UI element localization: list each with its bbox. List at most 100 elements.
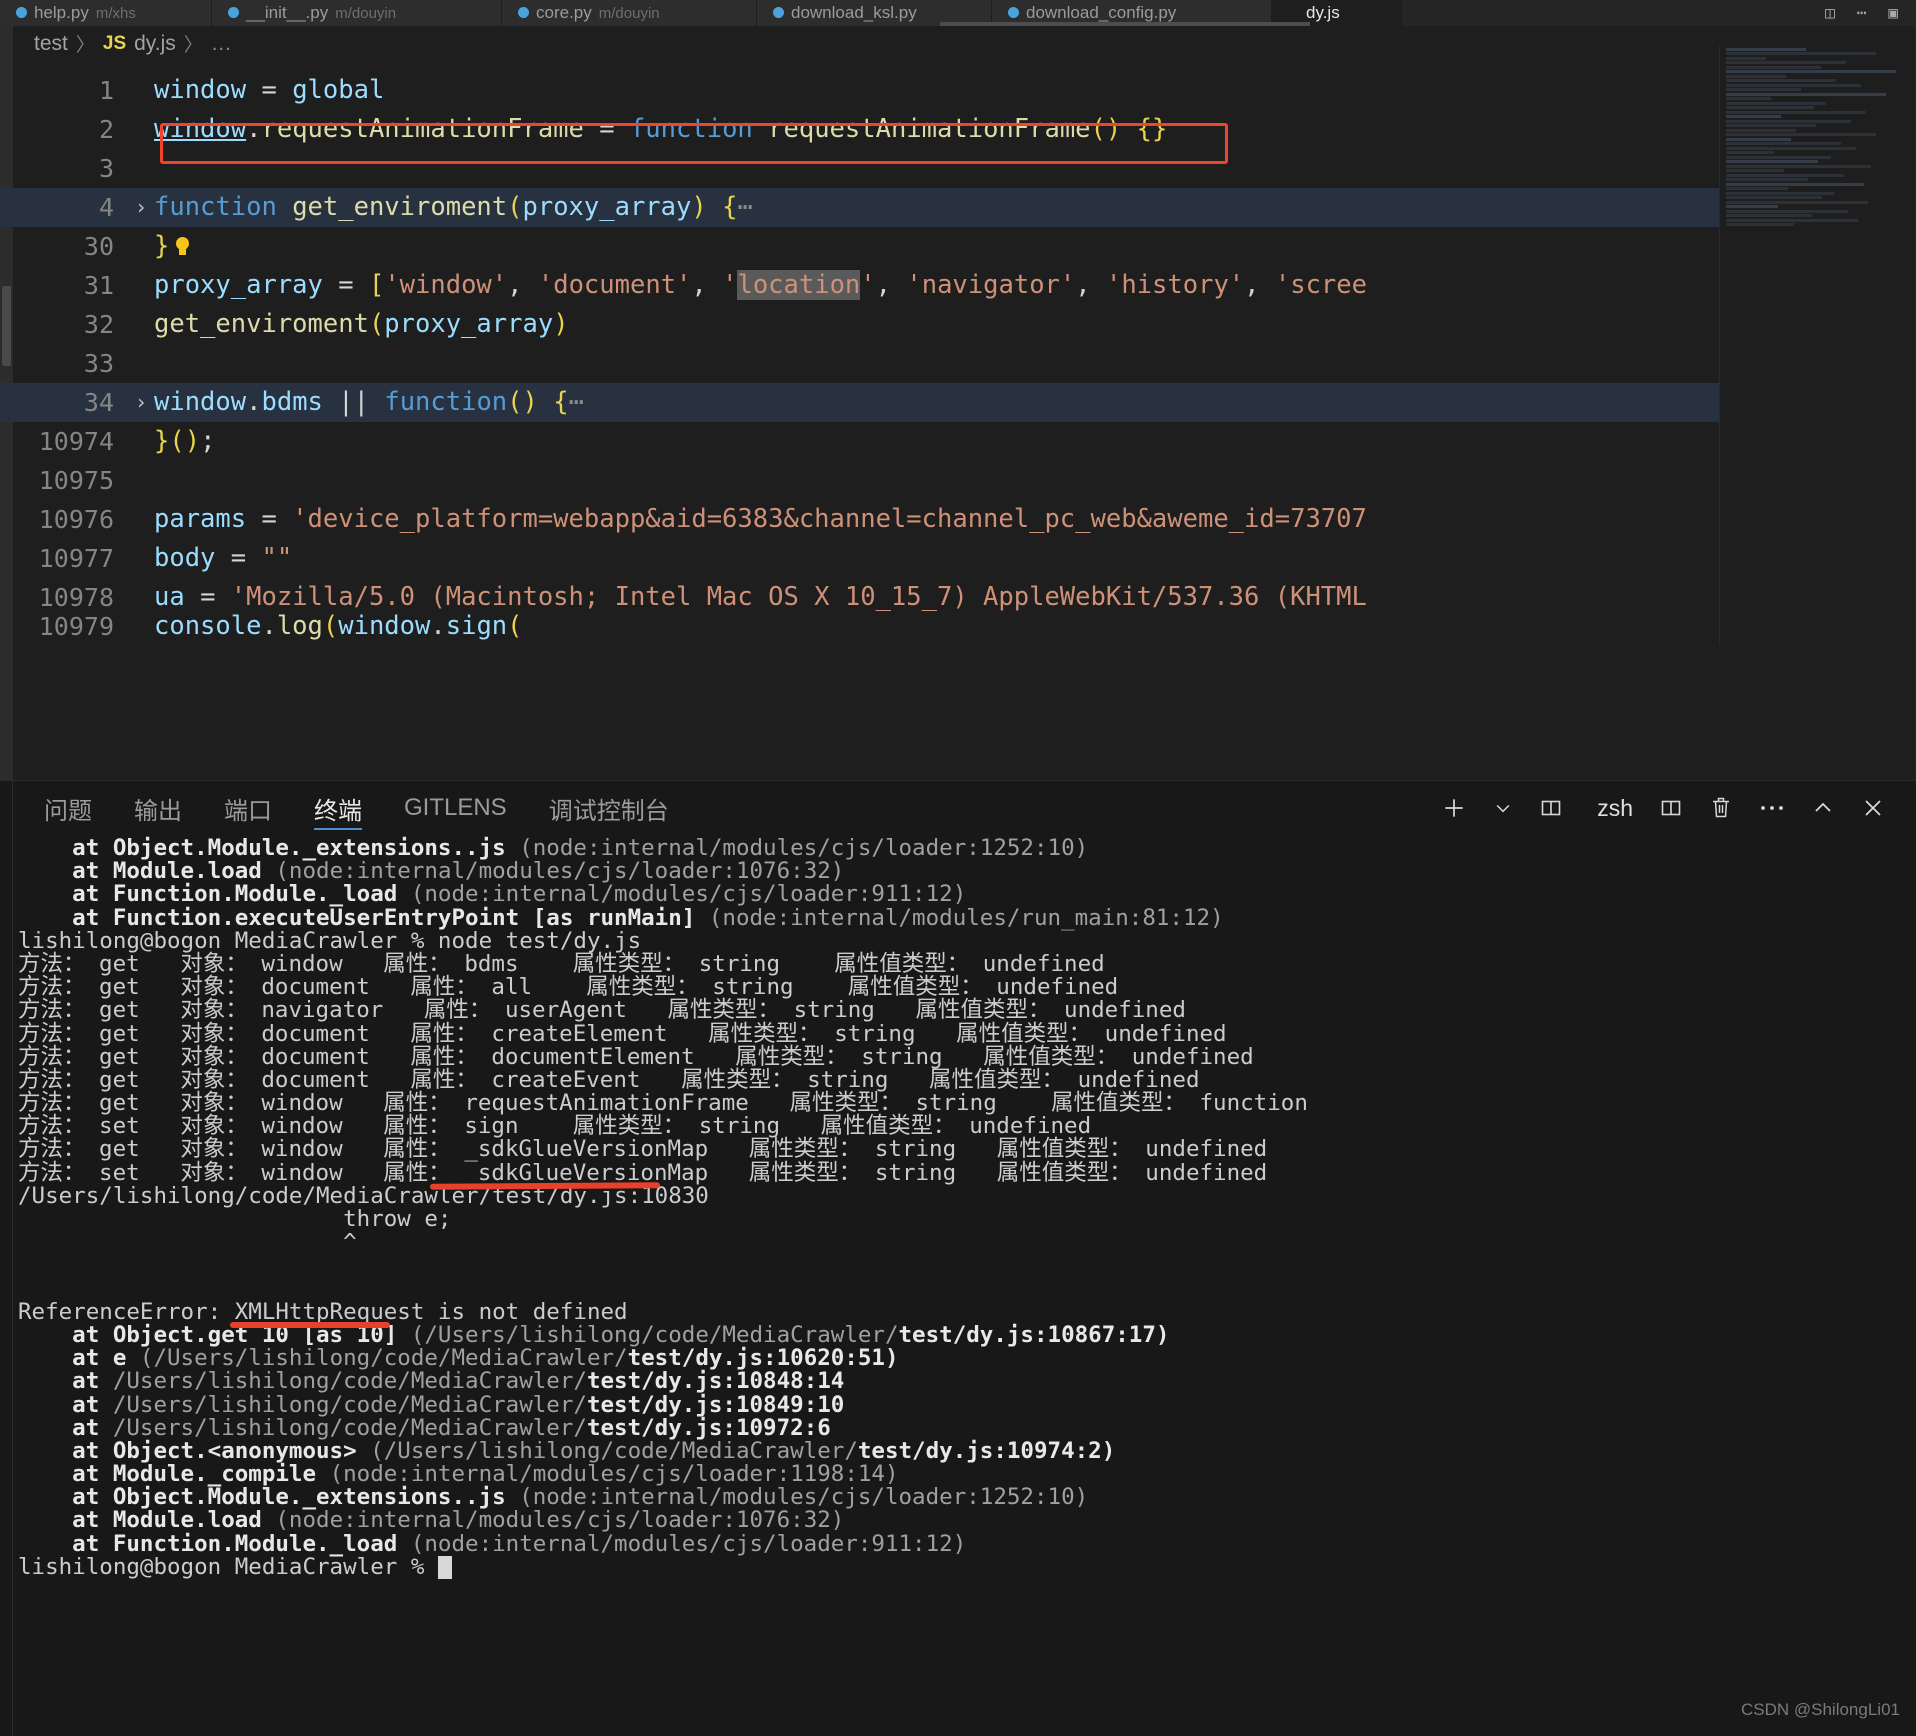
more-actions-icon[interactable]: ⋯ [1857, 5, 1867, 21]
breadcrumb[interactable]: test 〉 JS dy.js 〉 … [34, 30, 232, 57]
ellipsis-icon[interactable] [1746, 803, 1798, 813]
code-text: get_enviroment(proxy_array) [154, 305, 1916, 344]
panel-tab-tab2[interactable]: 端口 [224, 781, 272, 835]
minimap-row [1726, 75, 1786, 78]
panel-tab-gitlens[interactable]: GITLENS [404, 781, 507, 835]
trash-icon[interactable] [1696, 795, 1746, 821]
code-line[interactable]: 10974}(); [0, 422, 1916, 461]
minimap-row [1726, 97, 1771, 100]
terminal-text: test/dy.js:10849:10 [587, 1392, 844, 1418]
breadcrumb-more[interactable]: … [211, 32, 232, 56]
editor-tab-path: m/douyin [335, 5, 396, 22]
code-editor[interactable]: test 〉 JS dy.js 〉 … 1window = global2win… [0, 26, 1916, 780]
minimap-row [1726, 183, 1864, 186]
line-number: 2 [0, 110, 128, 149]
minimap-row [1726, 120, 1851, 123]
terminal-text: 方法： get 对象： navigator 属性： userAgent 属性类型… [18, 997, 1186, 1023]
terminal-text: (node:internal/modules/cjs/loader:911:12… [411, 1531, 966, 1557]
lightbulb-icon[interactable] [175, 237, 190, 257]
editor-tab-label: __init__.py [246, 3, 328, 23]
terminal-output[interactable]: at Object.Module._extensions..js (node:i… [18, 835, 1916, 1736]
line-number: 10974 [0, 422, 128, 461]
code-line[interactable]: 2window.requestAnimationFrame = function… [0, 110, 1916, 149]
code-line[interactable]: 10979console.log(window.sign( [0, 617, 1916, 635]
code-line[interactable]: 10976 params = 'device_platform=webapp&ai… [0, 500, 1916, 539]
code-line[interactable]: 10975 [0, 461, 1916, 500]
minimap-row [1726, 223, 1794, 226]
terminal-text: lishilong@bogon MediaCrawler % node test… [18, 928, 641, 954]
terminal-line: lishilong@bogon MediaCrawler % node test… [18, 930, 1916, 953]
terminal-line: at /Users/lishilong/code/MediaCrawler/te… [18, 1394, 1916, 1417]
terminal-line: at Object.Module._extensions..js (node:i… [18, 1486, 1916, 1509]
code-line[interactable]: 33 [0, 344, 1916, 383]
plus-icon[interactable] [1428, 795, 1480, 821]
code-line[interactable]: 34›window.bdms || function() {⋯ [0, 383, 1916, 422]
split-panel-icon[interactable] [1526, 796, 1576, 820]
terminal-text: (/Users/lishilong/code/MediaCrawler/ [411, 1322, 899, 1348]
fold-arrow-icon[interactable]: › [128, 188, 154, 227]
terminal-text: (/Users/lishilong/code/MediaCrawler/ [370, 1438, 858, 1464]
minimap-row [1726, 102, 1826, 105]
editor-tab-label: dy.js [1306, 3, 1340, 23]
terminal-text: /Users/lishilong/code/MediaCrawler/ [113, 1415, 587, 1441]
terminal-text: 方法： get 对象： document 属性： createElement 属… [18, 1021, 1227, 1047]
line-number: 10976 [0, 500, 128, 539]
terminal-line: 方法： get 对象： document 属性： createElement 属… [18, 1023, 1916, 1046]
editor-tab-label: download_ksl.py [791, 3, 917, 23]
shell-name-label[interactable]: zsh [1576, 795, 1646, 822]
terminal-text: ^ [18, 1229, 357, 1255]
split-editor-icon[interactable]: ◫ [1825, 5, 1835, 21]
close-icon[interactable] [1848, 796, 1898, 820]
terminal-text: (node:internal/modules/run_main:81:12) [709, 905, 1224, 931]
watermark: CSDN @ShilongLi01 [1741, 1700, 1900, 1720]
code-lines[interactable]: 1window = global2window.requestAnimation… [0, 71, 1916, 780]
code-text: window.bdms || function() {⋯ [154, 383, 1916, 422]
chevron-up-icon[interactable] [1798, 796, 1848, 820]
panel-left-strip [0, 781, 13, 1736]
editor-tab---init---py[interactable]: __init__.py m/douyin [212, 0, 502, 26]
minimap-row [1726, 79, 1836, 82]
code-text: console.log(window.sign( [154, 607, 1916, 646]
editor-tab-help-py[interactable]: help.pym/xhs [0, 0, 212, 26]
terminal-line: /Users/lishilong/code/MediaCrawler/test/… [18, 1185, 1916, 1208]
terminal-line: ReferenceError: XMLHttpRequest is not de… [18, 1301, 1916, 1324]
minimap-row [1726, 142, 1841, 145]
terminal-line: lishilong@bogon MediaCrawler % [18, 1556, 1916, 1579]
editor-tab-core-py[interactable]: core.pym/douyin [502, 0, 757, 26]
code-line[interactable]: 31proxy_array = ['window', 'document', '… [0, 266, 1916, 305]
breadcrumb-folder[interactable]: test [34, 32, 68, 56]
fold-arrow-icon[interactable]: › [128, 383, 154, 422]
code-line[interactable]: 32get_enviroment(proxy_array) [0, 305, 1916, 344]
minimap-row [1726, 219, 1858, 222]
panel-tab-tab0[interactable]: 问题 [44, 781, 92, 835]
terminal-text: at Module.load [18, 1507, 275, 1533]
code-line[interactable]: 1window = global [0, 71, 1916, 110]
terminal-line: at Module.load (node:internal/modules/cj… [18, 860, 1916, 883]
terminal-text: lishilong@bogon MediaCrawler % [18, 1554, 438, 1580]
panel-tab-tab1[interactable]: 输出 [134, 781, 182, 835]
terminal-text: 方法： get 对象： document 属性： all 属性类型： strin… [18, 974, 1118, 1000]
code-text: } [154, 227, 1916, 266]
code-line[interactable]: 10977body = "" [0, 539, 1916, 578]
line-number: 4 [0, 188, 128, 227]
code-text: params = 'device_platform=webapp&aid=638… [154, 500, 1916, 539]
code-line[interactable]: 3 [0, 149, 1916, 188]
editor-tab-label: download_config.py [1026, 3, 1176, 23]
terminal-line: 方法： get 对象： window 属性： requestAnimationF… [18, 1092, 1916, 1115]
code-line[interactable]: 30} [0, 227, 1916, 266]
panel-tab-tab5[interactable]: 调试控制台 [549, 781, 669, 835]
terminal-text: at [18, 1368, 113, 1394]
panel-tab-tab3[interactable]: 终端 [314, 781, 362, 835]
chevron-down-icon[interactable] [1480, 798, 1526, 818]
editor-actions: ◫ ⋯ ▣ [1807, 0, 1916, 26]
terminal-text: 方法： get 对象： document 属性： documentElement… [18, 1044, 1254, 1070]
code-line[interactable]: 4›function get_enviroment(proxy_array) {… [0, 188, 1916, 227]
minimap[interactable] [1720, 46, 1916, 646]
minimap-row [1726, 70, 1896, 73]
code-text: body = "" [154, 539, 1916, 578]
terminal-line: 方法： set 对象： window 属性： sign 属性类型： string… [18, 1115, 1916, 1138]
split-editor-icon[interactable] [1646, 796, 1696, 820]
layout-icon[interactable]: ▣ [1888, 5, 1898, 21]
breadcrumb-file[interactable]: dy.js [134, 32, 176, 56]
terminal-line: at e (/Users/lishilong/code/MediaCrawler… [18, 1347, 1916, 1370]
